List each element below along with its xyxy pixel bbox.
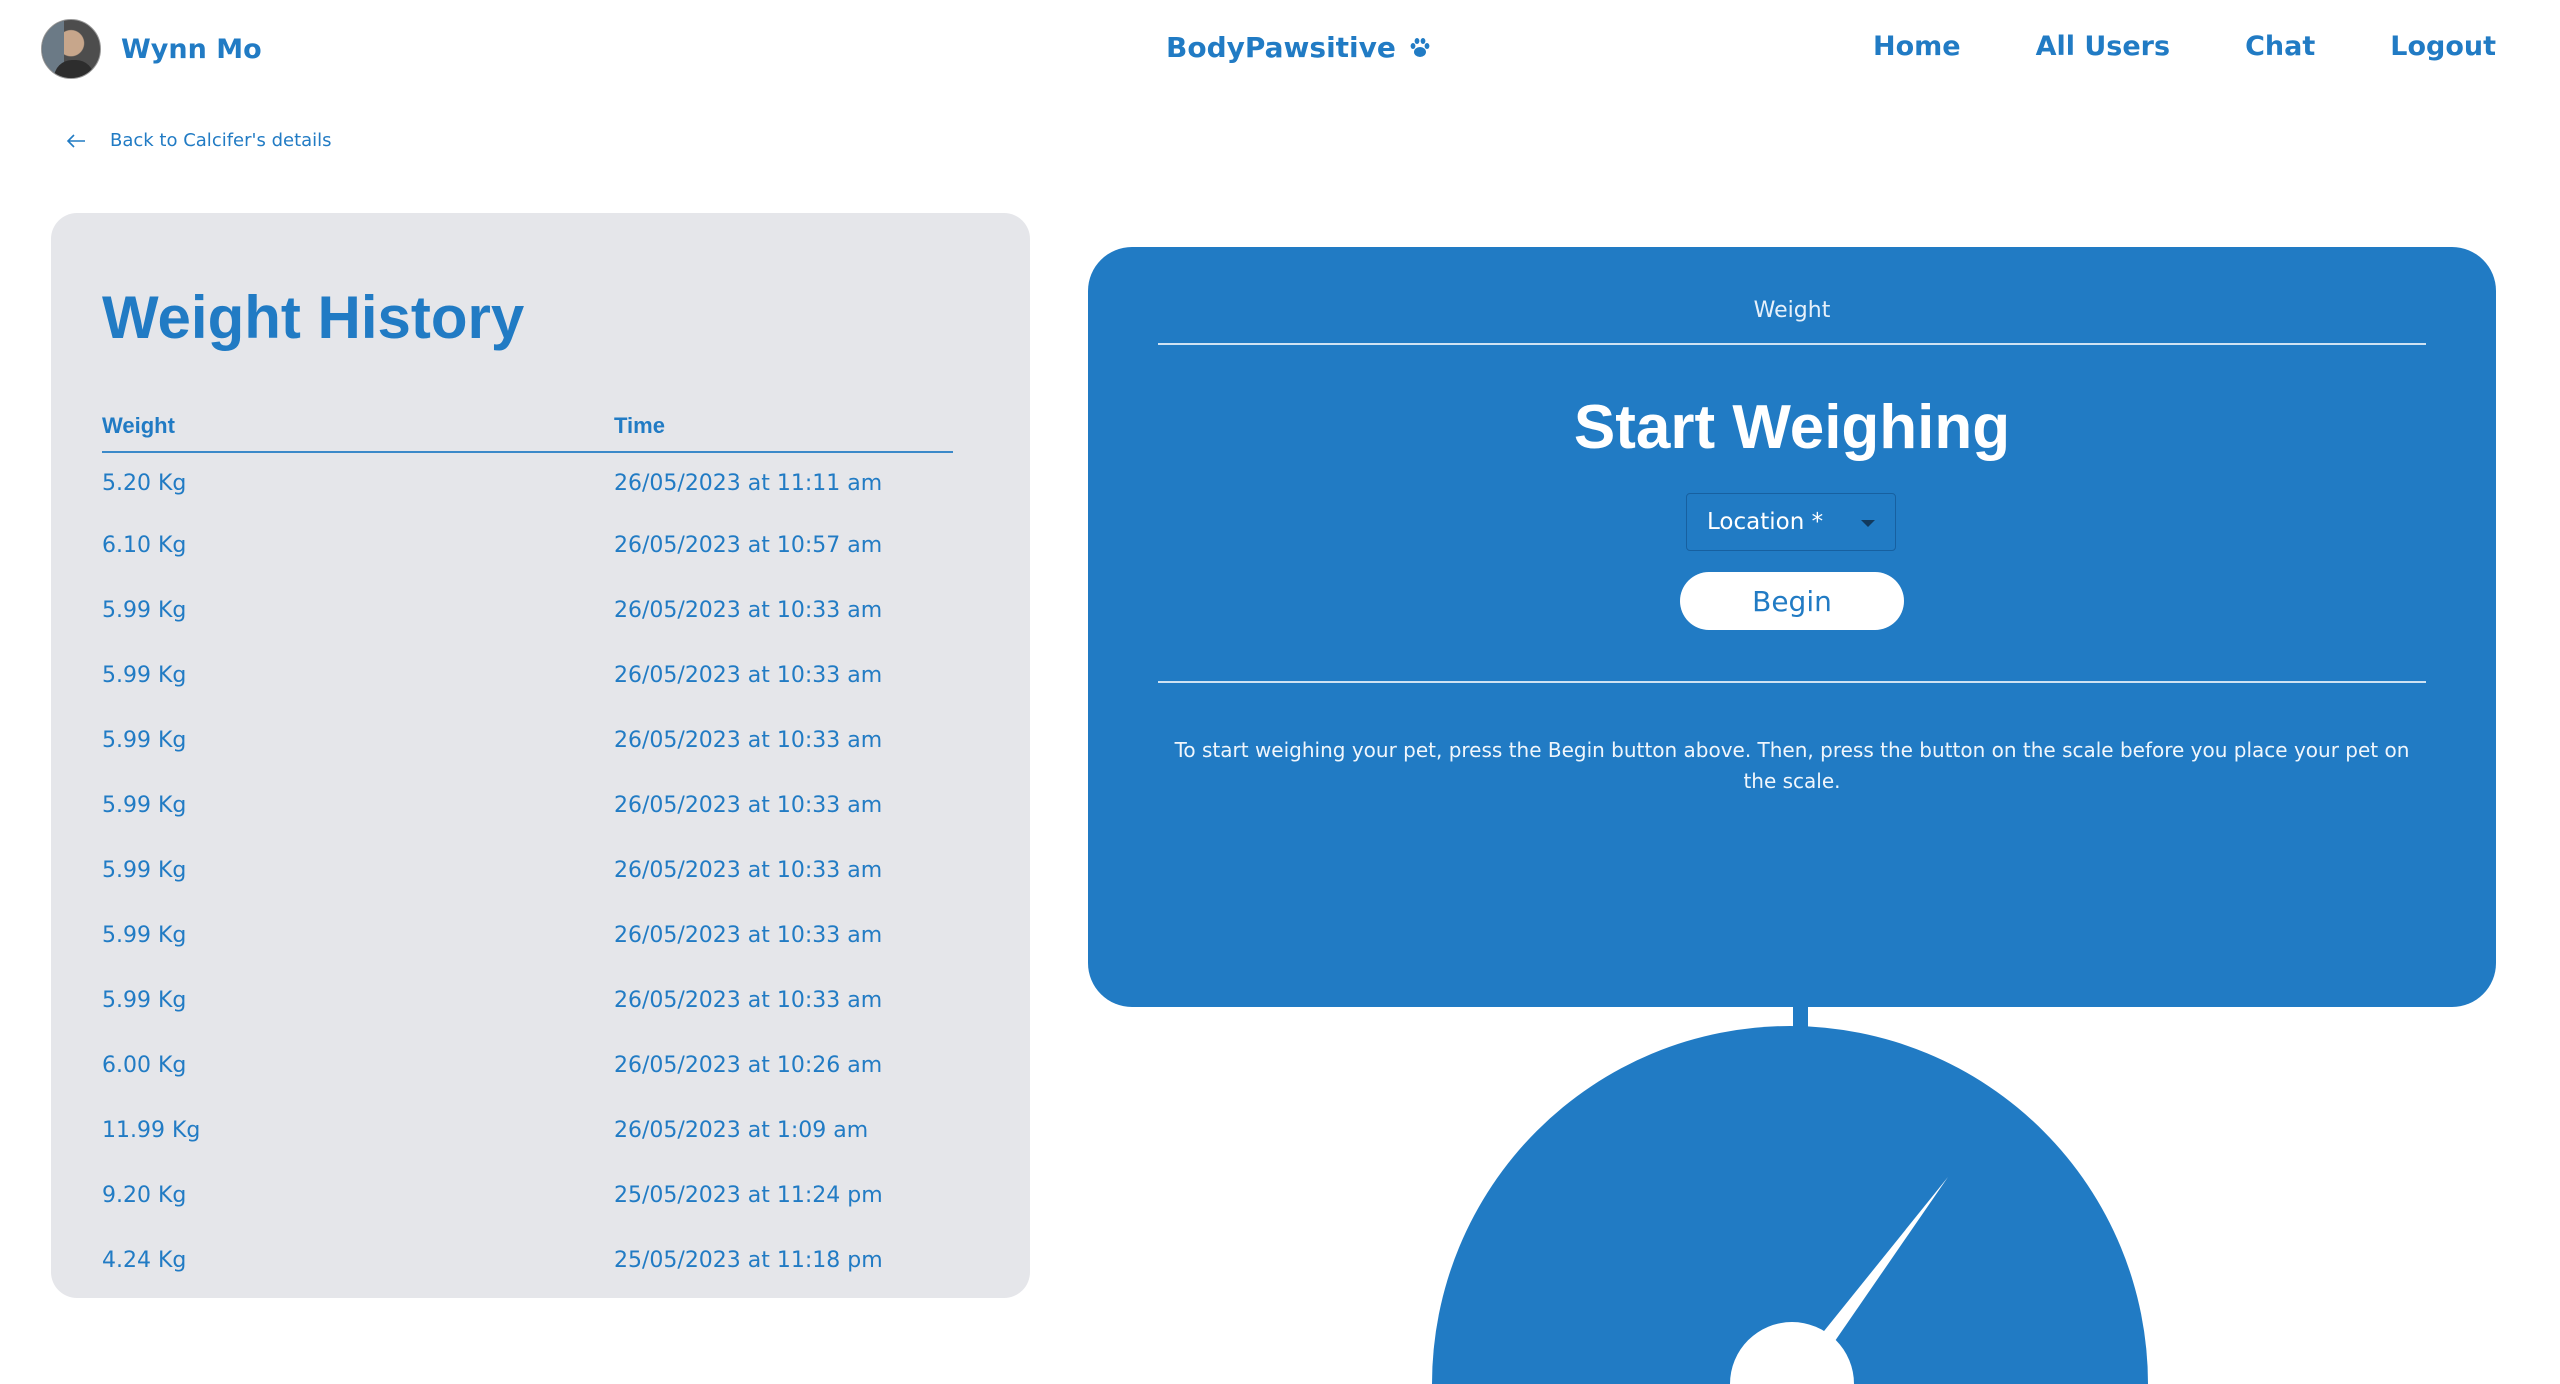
- table-row: 5.99 Kg 26/05/2023 at 10:33 am: [102, 578, 953, 643]
- user-name[interactable]: Wynn Mo: [121, 34, 262, 65]
- time-cell: 26/05/2023 at 10:33 am: [614, 793, 883, 818]
- weight-cell: 4.24 Kg: [102, 1248, 187, 1273]
- weight-cell: 5.99 Kg: [102, 793, 187, 818]
- table-row: 5.99 Kg 26/05/2023 at 10:33 am: [102, 968, 953, 1033]
- scale-dial-graphic: [1432, 1007, 2148, 1384]
- time-cell: 26/05/2023 at 10:33 am: [614, 858, 883, 883]
- weight-cell: 5.20 Kg: [102, 470, 187, 496]
- table-header: Weight Time: [102, 413, 953, 453]
- weight-cell: 5.99 Kg: [102, 663, 187, 688]
- weight-cell: 5.99 Kg: [102, 923, 187, 948]
- weight-cell: 6.00 Kg: [102, 1053, 187, 1078]
- table-row: 6.00 Kg 26/05/2023 at 10:26 am: [102, 1033, 953, 1098]
- weight-history-panel: Weight History Weight Time 5.20 Kg 26/05/…: [51, 213, 1030, 1298]
- paw-icon: [1410, 37, 1430, 57]
- nav-home[interactable]: Home: [1873, 31, 1961, 62]
- column-header-time: Time: [614, 413, 665, 438]
- avatar[interactable]: [41, 19, 101, 79]
- time-cell: 26/05/2023 at 1:09 am: [614, 1118, 869, 1143]
- weighing-card: Weight Start Weighing Location * Begin T…: [1088, 247, 2496, 1007]
- time-cell: 26/05/2023 at 10:57 am: [614, 533, 883, 558]
- table-row: 5.99 Kg 26/05/2023 at 10:33 am: [102, 643, 953, 708]
- table-body: 5.20 Kg 26/05/2023 at 11:11 am 6.10 Kg 26/…: [102, 453, 953, 1293]
- table-row: 9.20 Kg 25/05/2023 at 11:24 pm: [102, 1163, 953, 1228]
- begin-button[interactable]: Begin: [1680, 572, 1904, 630]
- time-cell: 25/05/2023 at 11:24 pm: [614, 1183, 883, 1208]
- app-frame: Wynn Mo BodyPawsitive Home All Users Cha…: [0, 0, 2560, 1384]
- column-header-weight: Weight: [102, 413, 175, 438]
- brand-name[interactable]: BodyPawsitive: [1166, 31, 1396, 64]
- nav-all-users[interactable]: All Users: [2036, 31, 2171, 62]
- time-cell: 25/05/2023 at 11:18 pm: [614, 1248, 883, 1273]
- weight-cell: 11.99 Kg: [102, 1118, 201, 1143]
- divider: [1158, 343, 2426, 345]
- table-row: 6.10 Kg 26/05/2023 at 10:57 am: [102, 513, 953, 578]
- time-cell: 26/05/2023 at 10:33 am: [614, 663, 883, 688]
- weighing-instructions: To start weighing your pet, press the Be…: [1174, 738, 2410, 793]
- weight-cell: 6.10 Kg: [102, 533, 187, 558]
- nav-chat[interactable]: Chat: [2245, 31, 2315, 62]
- weight-history-table: Weight Time 5.20 Kg 26/05/2023 at 11:11 a…: [102, 413, 953, 1293]
- start-weighing-title: Start Weighing: [1573, 393, 2011, 462]
- time-cell: 26/05/2023 at 10:33 am: [614, 923, 883, 948]
- time-cell: 26/05/2023 at 10:33 am: [614, 988, 883, 1013]
- weight-cell: 5.99 Kg: [102, 858, 187, 883]
- weight-cell: 5.99 Kg: [102, 598, 187, 623]
- divider: [1158, 681, 2426, 683]
- table-row: 5.20 Kg 26/05/2023 at 11:11 am: [102, 453, 953, 513]
- weight-cell: 5.99 Kg: [102, 988, 187, 1013]
- location-select[interactable]: Location *: [1686, 493, 1896, 551]
- weight-history-title: Weight History: [102, 284, 525, 351]
- table-row: 5.99 Kg 26/05/2023 at 10:33 am: [102, 773, 953, 838]
- back-link-label: Back to Calcifer's details: [110, 130, 332, 151]
- arrow-left-icon: [66, 133, 85, 148]
- user-profile[interactable]: Wynn Mo: [41, 19, 262, 79]
- time-cell: 26/05/2023 at 10:33 am: [614, 728, 883, 753]
- nav-logout[interactable]: Logout: [2390, 31, 2496, 62]
- table-row: 5.99 Kg 26/05/2023 at 10:33 am: [102, 838, 953, 903]
- time-cell: 26/05/2023 at 10:33 am: [614, 598, 883, 623]
- time-cell: 26/05/2023 at 10:26 am: [614, 1053, 883, 1078]
- weight-cell: 9.20 Kg: [102, 1183, 187, 1208]
- back-link[interactable]: Back to Calcifer's details: [66, 130, 332, 151]
- caret-down-icon: [1861, 520, 1875, 527]
- main-nav: Home All Users Chat Logout: [1873, 31, 2496, 62]
- brand-logo[interactable]: BodyPawsitive: [1166, 31, 1432, 64]
- time-cell: 26/05/2023 at 11:11 am: [614, 470, 883, 496]
- table-row: 5.99 Kg 26/05/2023 at 10:33 am: [102, 708, 953, 773]
- weighing-card-label: Weight: [1753, 298, 1831, 323]
- location-select-label: Location *: [1707, 509, 1824, 535]
- table-row: 11.99 Kg 26/05/2023 at 1:09 am: [102, 1098, 953, 1163]
- table-row: 5.99 Kg 26/05/2023 at 10:33 am: [102, 903, 953, 968]
- top-nav: Wynn Mo BodyPawsitive Home All Users Cha…: [0, 0, 2560, 100]
- table-row: 4.24 Kg 25/05/2023 at 11:18 pm: [102, 1228, 953, 1293]
- weight-cell: 5.99 Kg: [102, 728, 187, 753]
